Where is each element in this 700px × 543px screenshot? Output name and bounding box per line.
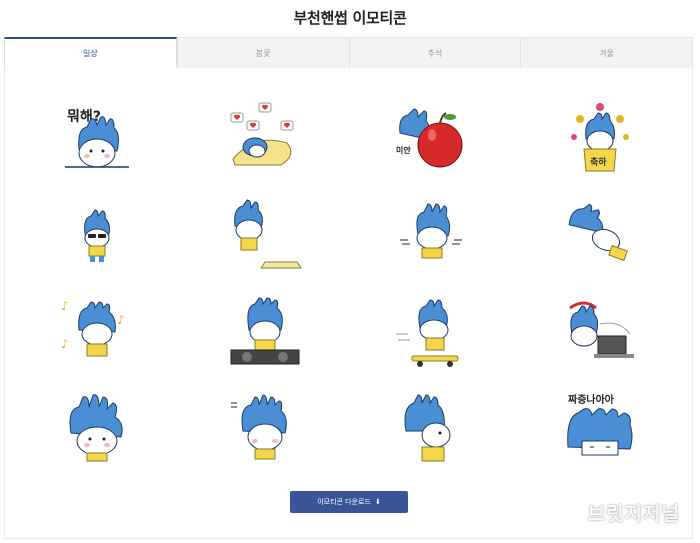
sticker-hearts-blanket[interactable] — [181, 90, 349, 188]
svg-text:♪: ♪ — [117, 313, 125, 327]
sticker-congrats[interactable]: 축하 — [516, 90, 684, 188]
tab-winter[interactable]: 겨울 — [520, 37, 693, 68]
download-icon: ⬇ — [374, 498, 381, 506]
tab-daily[interactable]: 일상 — [4, 37, 177, 68]
watermark: 브릿지저널 — [587, 503, 680, 525]
svg-text:♪: ♪ — [61, 299, 69, 313]
svg-text:♪: ♪ — [61, 337, 69, 351]
sticker-scared[interactable] — [181, 383, 349, 481]
sticker-sunglasses[interactable] — [13, 188, 181, 286]
sticker-grid: 뭐해? 미안 축하 ♪ ♪ ♪ 짜증나아아 — [13, 90, 684, 480]
page-title: 부천핸썹 이모티콘 — [293, 9, 407, 27]
sticker-annoyed[interactable]: 짜증나아아 — [516, 383, 684, 481]
sticker-text: 짜증나아아 — [568, 393, 615, 406]
emoticon-panel: 뭐해? 미안 축하 ♪ ♪ ♪ 짜증나아아 이모티콘 다운로드 ⬇ — [4, 68, 693, 539]
sticker-sorry-apple[interactable]: 미안 — [349, 90, 517, 188]
sticker-dj[interactable] — [181, 285, 349, 383]
tab-spring-flowers[interactable]: 봄꽃 — [176, 37, 349, 68]
sticker-what-are-you-doing[interactable]: 뭐해? — [13, 90, 181, 188]
sticker-rolling[interactable] — [516, 188, 684, 286]
sticker-laptop[interactable] — [516, 285, 684, 383]
sticker-flat-pillow[interactable] — [181, 188, 349, 286]
sticker-skateboard[interactable] — [349, 285, 517, 383]
tab-chuseok[interactable]: 추석 — [348, 37, 521, 68]
sticker-peek[interactable] — [349, 383, 517, 481]
download-label: 이모티콘 다운로드 — [317, 498, 371, 506]
sticker-text: 축하 — [590, 156, 607, 168]
sticker-text: 미안 — [396, 145, 411, 155]
sticker-music-notes[interactable]: ♪ ♪ ♪ — [13, 285, 181, 383]
sticker-big-hand[interactable] — [13, 383, 181, 481]
download-button[interactable]: 이모티콘 다운로드 ⬇ — [290, 491, 408, 513]
sticker-running[interactable] — [349, 188, 517, 286]
tab-bar: 일상 봄꽃 추석 겨울 — [4, 37, 693, 68]
